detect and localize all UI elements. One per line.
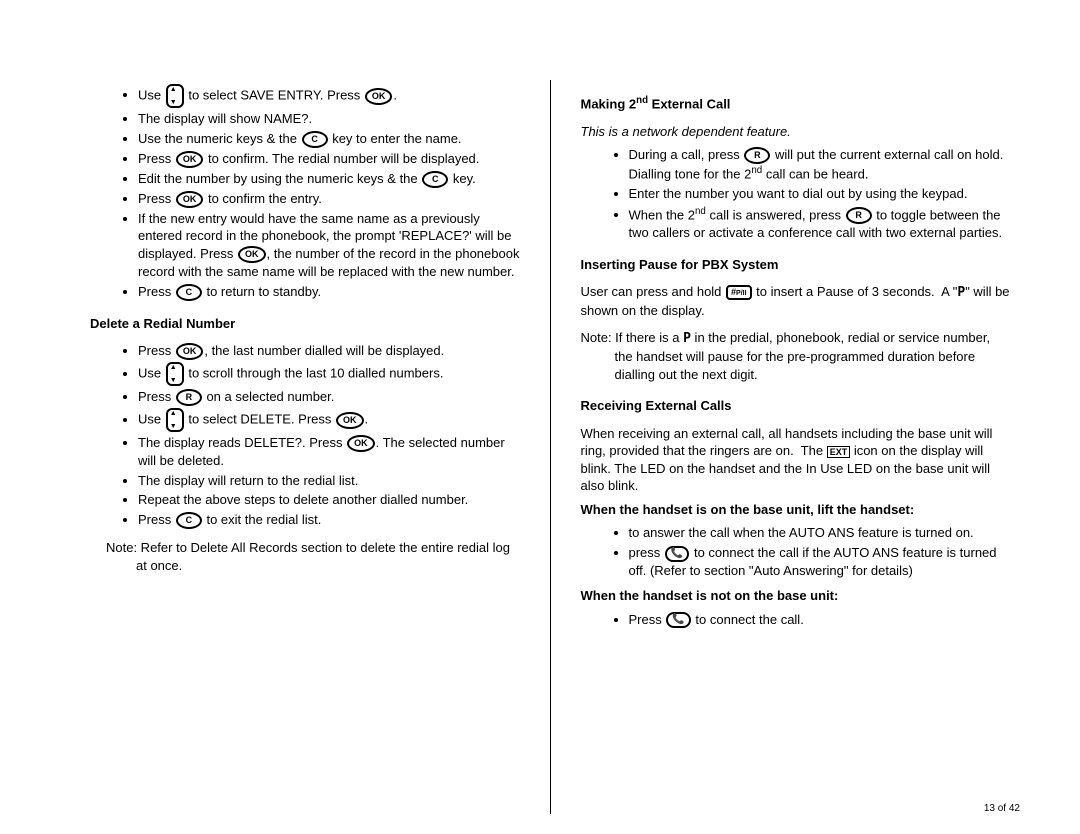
right-column: Making 2nd External Call This is a netwo…: [571, 80, 1021, 814]
list-item: During a call, press R will put the curr…: [629, 146, 1011, 183]
list-item: press 📞 to connect the call if the AUTO …: [629, 544, 1011, 579]
list-item: Use the numeric keys & the C key to ente…: [138, 130, 520, 148]
list-item: The display reads DELETE?. Press OK. The…: [138, 434, 520, 470]
list-item: When the 2nd call is answered, press R t…: [629, 205, 1011, 242]
list-item: to answer the call when the AUTO ANS fea…: [629, 524, 1011, 542]
para-pause: User can press and hold #P/II to insert …: [581, 283, 1011, 319]
ok-key-icon: OK: [176, 191, 204, 208]
list-item: Press OK, the last number dialled will b…: [138, 342, 520, 360]
r-key-icon: R: [744, 147, 770, 164]
left-column: Use to select SAVE ENTRY. Press OK. The …: [80, 80, 530, 814]
ok-key-icon: OK: [176, 151, 204, 168]
nav-key-icon: [166, 84, 184, 108]
list-item: Press C to exit the redial list.: [138, 511, 520, 529]
ok-key-icon: OK: [176, 343, 204, 360]
superscript: nd: [751, 165, 762, 176]
network-note: This is a network dependent feature.: [581, 123, 1011, 141]
list-item: Press C to return to standby.: [138, 283, 520, 301]
list-item: Press 📞 to connect the call.: [629, 611, 1011, 629]
c-key-icon: C: [176, 512, 202, 529]
instruction-list-4: to answer the call when the AUTO ANS fea…: [597, 524, 1011, 579]
superscript: nd: [636, 95, 648, 106]
ok-key-icon: OK: [238, 246, 266, 263]
c-key-icon: C: [176, 284, 202, 301]
p-symbol: P: [957, 285, 965, 300]
p-symbol: P: [683, 331, 691, 346]
note-pause: Note: If there is a P in the predial, ph…: [581, 329, 1011, 383]
heading-receiving: Receiving External Calls: [581, 397, 1011, 415]
column-divider: [550, 80, 551, 814]
instruction-list-2: Press OK, the last number dialled will b…: [106, 342, 520, 529]
instruction-list-3: During a call, press R will put the curr…: [597, 146, 1011, 241]
superscript: nd: [695, 206, 706, 217]
talk-key-icon: 📞: [666, 612, 690, 628]
instruction-list-1: Use to select SAVE ENTRY. Press OK. The …: [106, 84, 520, 301]
list-item: Press OK to confirm. The redial number w…: [138, 150, 520, 168]
list-item: Press R on a selected number.: [138, 388, 520, 406]
heading-pause: Inserting Pause for PBX System: [581, 256, 1011, 274]
nav-key-icon: [166, 362, 184, 386]
c-key-icon: C: [422, 171, 448, 188]
heading-2nd-call: Making 2nd External Call: [581, 94, 1011, 113]
page: Use to select SAVE ENTRY. Press OK. The …: [0, 0, 1080, 834]
page-number: 13 of 42: [984, 803, 1020, 814]
list-item: Enter the number you want to dial out by…: [629, 185, 1011, 203]
nav-key-icon: [166, 408, 184, 432]
r-key-icon: R: [176, 389, 202, 406]
hash-key-icon: #P/II: [726, 285, 752, 300]
list-item: Use to select DELETE. Press OK.: [138, 408, 520, 432]
list-item: The display will return to the redial li…: [138, 472, 520, 490]
instruction-list-5: Press 📞 to connect the call.: [597, 611, 1011, 629]
list-item: Repeat the above steps to delete another…: [138, 491, 520, 509]
ext-icon: EXT: [827, 446, 851, 458]
list-item: Press OK to confirm the entry.: [138, 190, 520, 208]
list-item: Use to scroll through the last 10 dialle…: [138, 362, 520, 386]
talk-key-icon: 📞: [665, 546, 689, 562]
ok-key-icon: OK: [336, 412, 364, 429]
subheading-on-base: When the handset is on the base unit, li…: [581, 501, 1011, 519]
subheading-off-base: When the handset is not on the base unit…: [581, 587, 1011, 605]
c-key-icon: C: [302, 131, 328, 148]
heading-delete-redial: Delete a Redial Number: [90, 315, 520, 333]
para-receiving: When receiving an external call, all han…: [581, 425, 1011, 495]
list-item: The display will show NAME?.: [138, 110, 520, 128]
note-delete-all: Note: Refer to Delete All Records sectio…: [106, 539, 520, 574]
heading-text: External Call: [648, 96, 730, 111]
ok-key-icon: OK: [347, 435, 375, 452]
list-item: Use to select SAVE ENTRY. Press OK.: [138, 84, 520, 108]
heading-text: Making 2: [581, 96, 637, 111]
ok-key-icon: OK: [365, 88, 393, 105]
list-item: Edit the number by using the numeric key…: [138, 170, 520, 188]
list-item: If the new entry would have the same nam…: [138, 210, 520, 281]
r-key-icon: R: [846, 207, 872, 224]
